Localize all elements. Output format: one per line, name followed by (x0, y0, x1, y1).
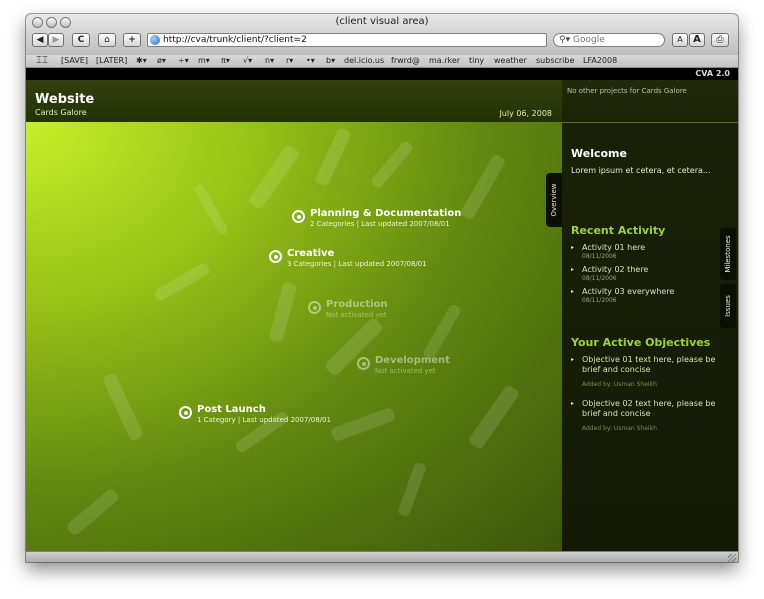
project-title: Website (35, 92, 95, 107)
text-smaller-button[interactable]: A (672, 33, 688, 47)
bullet-icon: ▸ (571, 288, 575, 295)
open-book-icon[interactable]: ⌶⌶ (36, 55, 48, 67)
tab-milestones[interactable]: Milestones (720, 228, 736, 280)
phase-creative[interactable]: Creative 3 Categories | Last updated 2007… (269, 248, 427, 269)
decor-stroke (101, 372, 145, 442)
decor-stroke (467, 383, 521, 451)
bookmark-menu-5[interactable]: π▾ (221, 55, 230, 67)
home-icon: ⌂ (104, 35, 110, 45)
phase-planning[interactable]: Planning & Documentation 2 Categories | L… (292, 208, 461, 229)
decor-stroke (330, 406, 396, 443)
bookmark-menu-7[interactable]: n▾ (265, 55, 274, 67)
bookmark-lfa2008[interactable]: LFA2008 (583, 55, 617, 67)
forward-button[interactable]: ▶ (48, 33, 64, 47)
decor-stroke (369, 139, 415, 190)
status-bar (26, 551, 738, 562)
welcome-title: Welcome (571, 147, 627, 160)
tab-issues[interactable]: Issues (720, 284, 736, 328)
projects-note: No other projects for Cards Galore (567, 87, 687, 95)
brand-label: CVA 2.0 (695, 69, 730, 78)
bookmarks-bar: ⌶⌶ [SAVE] [LATER] ✱▾ ø▾ ÷▾ m▾ π▾ √▾ n▾ r… (26, 55, 738, 68)
phase-development[interactable]: Development Not activated yet (357, 355, 450, 376)
projects-panel: No other projects for Cards Galore (562, 80, 738, 122)
reload-icon: C (77, 35, 85, 45)
bullet-icon: ▸ (571, 266, 575, 273)
activity-item[interactable]: ▸ Activity 01 here 08/11/2006 (571, 243, 721, 261)
print-button[interactable]: ⎙ (711, 33, 729, 47)
decor-stroke (313, 126, 353, 188)
bookmark-frwrd[interactable]: frwrd@ (391, 55, 420, 67)
window-title: (client visual area) (335, 16, 429, 27)
decor-stroke (396, 461, 428, 518)
bookmark-later[interactable]: [LATER] (96, 55, 127, 67)
search-icon: ⚲▾ (559, 35, 571, 45)
globe-icon (150, 35, 160, 45)
phase-production[interactable]: Production Not activated yet (308, 299, 388, 320)
client-name: Cards Galore (35, 108, 87, 117)
bookmark-delicious[interactable]: del.icio.us (344, 55, 384, 67)
add-bookmark-button[interactable]: + (123, 33, 141, 47)
app-topbar: CVA 2.0 (26, 68, 738, 80)
objectives-title: Your Active Objectives (571, 336, 711, 349)
header-date: July 06, 2008 (499, 109, 552, 118)
phase-marker-icon (292, 210, 305, 223)
bookmark-menu-2[interactable]: ø▾ (157, 55, 166, 67)
home-button[interactable]: ⌂ (98, 33, 116, 47)
activity-item[interactable]: ▸ Activity 03 everywhere 08/11/2006 (571, 287, 721, 305)
search-field[interactable]: ⚲▾ (553, 33, 665, 47)
bookmark-menu-3[interactable]: ÷▾ (178, 55, 189, 67)
bullet-icon: ▸ (571, 400, 575, 407)
decor-stroke (459, 153, 507, 221)
title-bar: (client visual area) ◀ ▶ C ⌂ + ⚲▾ A A ⎙ (26, 14, 738, 56)
address-bar[interactable] (147, 33, 547, 47)
divider (562, 122, 738, 123)
bookmark-menu-4[interactable]: m▾ (198, 55, 210, 67)
reload-button[interactable]: C (72, 33, 90, 47)
back-button[interactable]: ◀ (32, 33, 48, 47)
bullet-icon: ▸ (571, 244, 575, 251)
bookmark-menu-9[interactable]: •▾ (306, 55, 315, 67)
bookmark-marker[interactable]: ma.rker (429, 55, 460, 67)
bookmark-menu-6[interactable]: √▾ (243, 55, 252, 67)
phase-canvas: Planning & Documentation 2 Categories | L… (26, 122, 562, 551)
bookmark-weather[interactable]: weather (494, 55, 527, 67)
activity-item[interactable]: ▸ Activity 02 there 08/11/2006 (571, 265, 721, 283)
bookmark-subscribe[interactable]: subscribe (536, 55, 574, 67)
phase-marker-icon (308, 301, 321, 314)
phase-post-launch[interactable]: Post Launch 1 Category | Last updated 200… (179, 404, 331, 425)
resize-grip-icon[interactable] (728, 554, 736, 562)
url-input[interactable] (163, 34, 538, 46)
search-input[interactable] (573, 34, 661, 46)
bookmark-menu-10[interactable]: b▾ (326, 55, 335, 67)
phase-marker-icon (357, 357, 370, 370)
phase-marker-icon (179, 406, 192, 419)
browser-window: (client visual area) ◀ ▶ C ⌂ + ⚲▾ A A ⎙ … (26, 14, 738, 562)
decor-stroke (65, 487, 121, 537)
decor-stroke (247, 143, 301, 211)
tab-overview[interactable]: Overview (546, 173, 562, 227)
decor-stroke (153, 261, 211, 303)
plus-icon: + (128, 35, 136, 45)
back-arrow-icon: ◀ (36, 35, 44, 45)
recent-activity-title: Recent Activity (571, 224, 666, 237)
bookmark-menu-8[interactable]: r▾ (286, 55, 293, 67)
sidebar: No other projects for Cards Galore Welco… (562, 80, 738, 551)
objective-item[interactable]: ▸ Objective 01 text here, please be brie… (571, 355, 723, 389)
bullet-icon: ▸ (571, 356, 575, 363)
bookmark-save[interactable]: [SAVE] (61, 55, 88, 67)
bookmark-menu-1[interactable]: ✱▾ (136, 55, 147, 67)
decor-stroke (268, 281, 298, 343)
bookmark-tiny[interactable]: tiny (469, 55, 484, 67)
decor-stroke (421, 303, 463, 361)
project-header: Website Cards Galore July 06, 2008 (26, 80, 562, 122)
phase-marker-icon (269, 250, 282, 263)
forward-arrow-icon: ▶ (52, 35, 60, 45)
printer-icon: ⎙ (716, 35, 724, 45)
welcome-body: Lorem ipsum et cetera, et cetera... (571, 166, 711, 175)
decor-stroke (192, 183, 230, 236)
objective-item[interactable]: ▸ Objective 02 text here, please be brie… (571, 399, 723, 433)
text-larger-button[interactable]: A (689, 33, 705, 47)
